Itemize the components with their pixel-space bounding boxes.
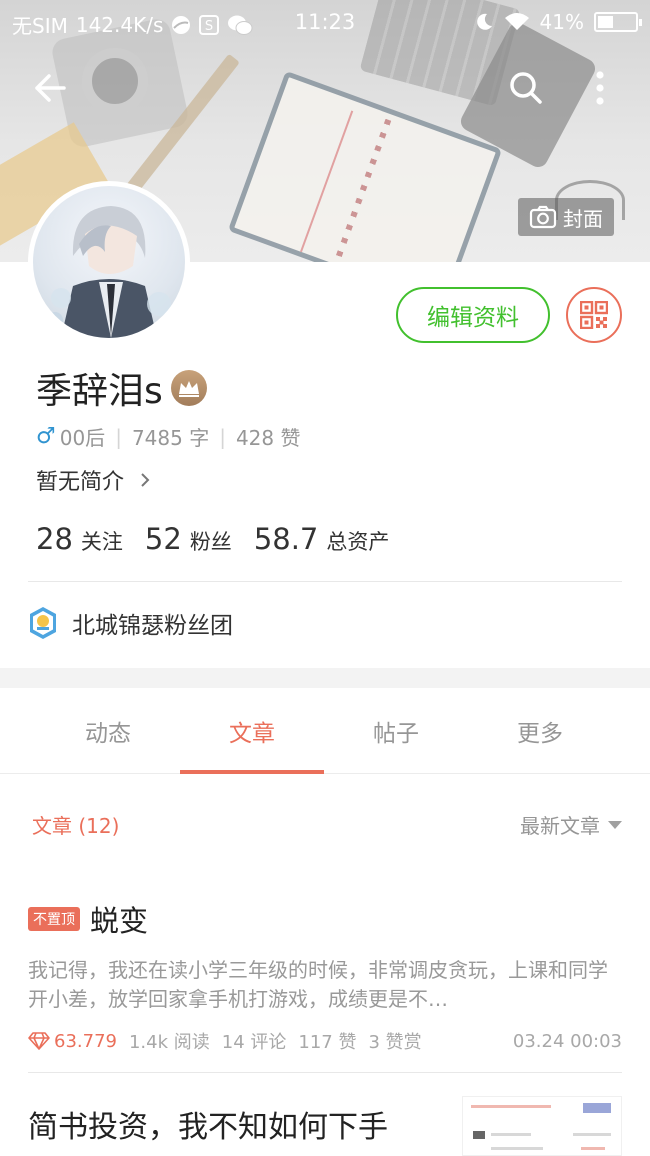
read-count: 1.4k 阅读 (128, 1032, 210, 1053)
sort-label: 最新文章 (520, 814, 600, 838)
qr-code-button[interactable] (566, 287, 622, 343)
tab-posts[interactable]: 帖子 (324, 688, 468, 773)
intro-text: 暂无简介 (36, 470, 125, 495)
more-vertical-icon (596, 71, 604, 105)
crown-badge-icon[interactable] (170, 370, 207, 406)
status-bar: 无SIM 142.4K/s S 11:23 41% (0, 0, 650, 44)
sort-dropdown[interactable]: 最新文章 (520, 810, 622, 839)
article-abstract: 我记得，我还在读小学三年级的时候，非常调皮贪玩，上课和同学开小差，放学回家拿手机… (28, 958, 608, 1011)
username: 季辞泪s (36, 371, 163, 412)
article-date: 03.24 00:03 (512, 1030, 622, 1052)
assets-count[interactable]: 58.7 (254, 522, 319, 556)
tab-articles[interactable]: 文章 (180, 688, 324, 774)
intro-link[interactable]: 暂无简介 (36, 464, 150, 496)
cover-decoration-notebook (227, 70, 503, 262)
meta-divider: | (115, 424, 122, 449)
article-list-header: 文章 (12) 最新文章 (32, 810, 622, 839)
comment-count: 14 评论 (221, 1032, 287, 1053)
article-thumbnail[interactable] (462, 1096, 622, 1156)
diamond-count: 63.779 (54, 1030, 117, 1052)
change-cover-button[interactable]: 封面 (518, 198, 614, 236)
camera-icon (529, 205, 557, 229)
article-title[interactable]: 蜕变 (90, 898, 148, 940)
assets-label[interactable]: 总资产 (326, 526, 389, 556)
divider (28, 1072, 622, 1073)
fanclub-badge-icon (30, 607, 56, 639)
stats-row: 28 关注 52 粉丝 58.7 总资产 (36, 522, 411, 556)
meta-divider: | (219, 424, 226, 449)
cover-label: 封面 (563, 206, 603, 231)
age-group: 00后 (59, 426, 106, 450)
tab-dynamic[interactable]: 动态 (36, 688, 180, 773)
followers-count[interactable]: 52 (145, 522, 182, 556)
unpin-badge[interactable]: 不置顶 (28, 907, 80, 931)
wifi-icon (504, 13, 529, 30)
avatar[interactable] (28, 181, 190, 343)
profile-meta: ♂ 00后 | 7485 字 | 428 赞 (36, 422, 300, 451)
fanclub-name: 北城锦瑟粉丝团 (72, 613, 233, 639)
article-count: 文章 (12) (32, 814, 120, 838)
following-count[interactable]: 28 (36, 522, 73, 556)
more-button[interactable] (576, 64, 624, 112)
diamond-icon (28, 1032, 50, 1050)
tab-more[interactable]: 更多 (468, 688, 612, 773)
article-title[interactable]: 简书投资，我不知如何下手 (28, 1110, 388, 1145)
following-label[interactable]: 关注 (81, 526, 123, 556)
male-icon: ♂ (36, 424, 56, 449)
profile-tabs: 动态 文章 帖子 更多 (0, 688, 650, 774)
back-button[interactable] (26, 64, 74, 112)
article-item[interactable]: 不置顶 蜕变 我记得，我还在读小学三年级的时候，非常调皮贪玩，上课和同学开小差，… (28, 898, 622, 1054)
avatar-image (33, 186, 185, 338)
like-count: 117 赞 (298, 1032, 357, 1053)
word-count: 7485 字 (131, 426, 210, 450)
caret-down-icon (608, 820, 622, 829)
battery-icon (594, 12, 642, 32)
reward-count: 3 赞赏 (368, 1032, 422, 1053)
fanclub-link[interactable]: 北城锦瑟粉丝团 (28, 606, 233, 640)
cover-decoration-lens (82, 48, 148, 114)
arrow-left-icon (35, 74, 66, 102)
search-button[interactable] (502, 64, 550, 112)
edit-profile-button[interactable]: 编辑资料 (396, 287, 550, 343)
qr-code-icon (580, 301, 608, 329)
likes-count: 428 赞 (235, 426, 301, 450)
battery-percent: 41% (539, 10, 584, 34)
section-separator (0, 668, 650, 688)
moon-icon (476, 13, 492, 30)
diamond-value: 63.779 (28, 1031, 117, 1052)
search-icon (510, 72, 542, 104)
username-row: 季辞泪s (36, 362, 207, 414)
chevron-right-icon (141, 473, 150, 487)
divider (28, 581, 622, 582)
article-meta: 63.779 1.4k 阅读 14 评论 117 赞 3 赞赏 03.24 00… (28, 1028, 622, 1054)
followers-label[interactable]: 粉丝 (190, 526, 232, 556)
